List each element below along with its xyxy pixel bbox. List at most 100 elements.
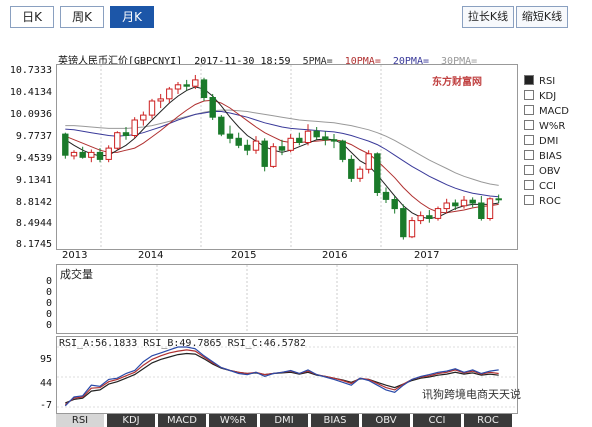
candle-body [382,191,390,200]
indicator-label: W%R [539,121,566,132]
candle-body [322,136,329,141]
candle-body [348,158,355,179]
stretch-kline-button[interactable]: 拉长K线 [462,6,514,28]
y-tick: 10.0936 [9,109,52,120]
vol-tick: 0 [45,287,52,298]
candle-body [88,151,95,158]
candle-body [408,220,416,238]
checkbox-icon[interactable] [524,105,534,115]
indicator-label: OBV [539,166,561,177]
x-tick: 2013 [62,250,88,261]
indicator-option-macd[interactable]: MACD [524,104,569,119]
y-tick: 9.1341 [15,175,52,186]
rsi-panel[interactable]: RSI_A:56.1833 RSI_B:49.7865 RSI_C:46.578… [56,336,518,414]
y-tick: 9.7737 [15,131,52,142]
checkbox-icon[interactable] [524,90,534,100]
candle-body [192,79,199,87]
candlestick-chart [62,65,502,249]
candle-body [460,199,468,207]
y-tick: 9.4539 [15,153,52,164]
checkbox-icon[interactable] [524,165,534,175]
candle-body [270,146,277,167]
checkbox-icon[interactable] [524,120,534,130]
price-chart-panel[interactable] [56,64,518,250]
x-tick: 2014 [138,250,164,261]
candle-body [426,215,433,219]
checkbox-icon[interactable] [524,75,534,85]
indicator-option-dmi[interactable]: DMI [524,134,558,149]
tab-month-k[interactable]: 月K [110,6,154,28]
candle-body [391,199,398,210]
vol-tick: 0 [45,320,52,331]
volume-label: 成交量 [60,268,93,281]
y-tick: 10.4134 [9,87,52,98]
candle-body [365,153,372,170]
candle-body [209,97,216,118]
candle-body [278,146,286,151]
shrink-kline-button[interactable]: 缩短K线 [516,6,568,28]
candle-body [330,139,338,142]
candle-body [417,215,424,222]
candle-body [486,198,494,220]
indicator-label: MACD [539,106,569,117]
bottom-tab-wrr[interactable]: W%R [209,414,257,427]
indicator-option-cci[interactable]: CCI [524,179,556,194]
candle-body [218,116,225,135]
indicator-option-rsi[interactable]: RSI [524,74,555,89]
indicator-option-kdj[interactable]: KDJ [524,89,556,104]
checkbox-icon[interactable] [524,150,534,160]
vol-tick: 0 [45,298,52,309]
candle-body [478,202,485,219]
volume-panel[interactable]: 成交量 [56,264,518,334]
bottom-tab-cci[interactable]: CCI [413,414,461,427]
candle-body [339,140,346,160]
candle-body [304,130,312,143]
vol-tick: 0 [45,276,52,287]
bottom-tab-kdj[interactable]: KDJ [107,414,155,427]
candle-body [261,140,268,167]
candle-body [114,132,121,149]
candle-body [140,114,147,121]
y-tick: 8.8142 [15,197,52,208]
candle-body [374,153,381,194]
candle-body [469,199,476,204]
bottom-tab-rsi[interactable]: RSI [56,414,104,427]
candle-body [183,84,190,87]
bottom-tab-bias[interactable]: BIAS [311,414,359,427]
indicator-option-roc[interactable]: ROC [524,194,561,209]
eastmoney-logo: 东方财富网 [432,77,482,88]
bottom-tab-dmi[interactable]: DMI [260,414,308,427]
x-tick: 2017 [414,250,440,261]
checkbox-icon[interactable] [524,195,534,205]
candle-body [356,168,364,179]
indicator-option-obv[interactable]: OBV [524,164,560,179]
x-tick: 2016 [322,250,348,261]
indicator-option-bias[interactable]: BIAS [524,149,562,164]
vol-tick: 0 [45,309,52,320]
candle-body [105,147,112,160]
indicator-label: RSI [539,76,556,87]
candle-body [235,137,242,146]
checkbox-icon[interactable] [524,180,534,190]
candle-body [434,208,442,219]
rsi-header: RSI_A:56.1833 RSI_B:49.7865 RSI_C:46.578… [59,338,306,349]
rsi-tick: 95 [39,354,52,365]
candle-body [443,202,450,210]
indicator-label: BIAS [539,151,562,162]
bottom-tab-macd[interactable]: MACD [158,414,206,427]
tab-day-k[interactable]: 日K [10,6,54,28]
x-tick: 2015 [231,250,257,261]
bottom-tab-roc[interactable]: ROC [464,414,512,427]
checkbox-icon[interactable] [524,135,534,145]
bottom-tab-obv[interactable]: OBV [362,414,410,427]
candle-body [287,137,294,151]
candle-body [244,144,251,151]
volume-grid [156,265,428,333]
y-tick: 10.7333 [9,65,52,76]
candle-body [296,137,303,144]
candle-body [200,79,208,98]
indicator-label: KDJ [539,91,557,102]
tab-week-k[interactable]: 周K [60,6,104,28]
indicator-option-wrr[interactable]: W%R [524,119,565,134]
y-tick: 8.4944 [15,218,52,229]
